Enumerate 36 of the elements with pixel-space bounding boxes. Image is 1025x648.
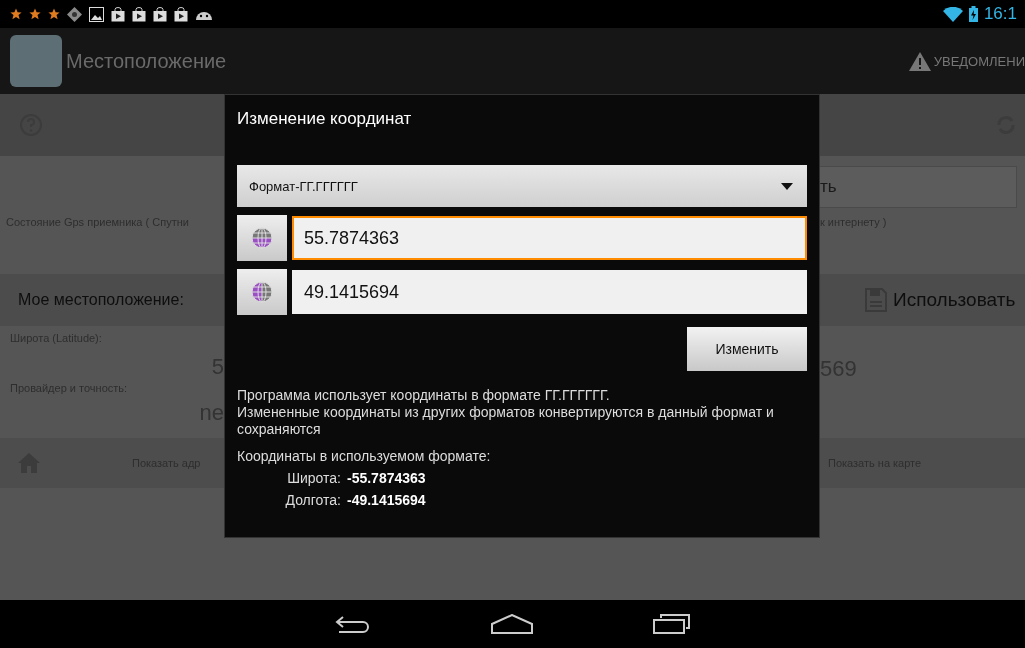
back-icon[interactable] <box>334 614 371 634</box>
apply-button[interactable]: Изменить <box>687 327 807 371</box>
result-label: Широта: <box>286 470 341 486</box>
result-value: -55.7874363 <box>347 470 426 486</box>
play-bag-icon <box>153 6 167 22</box>
coordinate-input[interactable]: 55.7874363 <box>292 216 807 260</box>
dialog-title: Изменение координат <box>237 108 413 130</box>
result-value: -49.1415694 <box>347 492 426 508</box>
globe-icon <box>250 226 274 250</box>
warning-icon <box>908 51 931 71</box>
globe-icon <box>250 280 274 304</box>
globe-button[interactable] <box>237 269 287 315</box>
caret-icon <box>781 182 793 190</box>
image-icon <box>89 6 104 22</box>
section-title: Мое местоположение: <box>17 291 185 309</box>
format-dropdown[interactable]: Формат-ГГ.ГГГГГГ <box>237 165 807 207</box>
coordinate-input[interactable]: 49.1415694 <box>292 270 807 314</box>
recent-apps-icon[interactable] <box>652 613 691 635</box>
status-time: 16:1 <box>983 4 1017 24</box>
battery-icon <box>968 6 978 22</box>
play-bag-icon <box>174 6 188 22</box>
star-icon <box>10 8 22 20</box>
notice-label[interactable]: УВЕДОМЛЕНИ <box>933 53 1025 69</box>
wifi-icon <box>942 6 963 22</box>
result-label: Долгота: <box>284 492 341 508</box>
globe-button[interactable] <box>237 215 287 261</box>
star-icon <box>29 8 41 20</box>
format-label: Координаты в используемом формате: <box>237 448 492 464</box>
star-icon <box>48 8 60 20</box>
app-logo <box>10 35 62 87</box>
play-bag-icon <box>111 6 125 22</box>
app-title: Местоположение <box>66 49 227 73</box>
wide-button[interactable]: ть <box>820 166 1017 208</box>
play-bag-icon <box>132 6 146 22</box>
description-text: Программа использует координаты в формате ГГ.ГГГГГГ. Измененные координаты из других форматов конвертируются в данный формат и сохраняются <box>237 387 775 438</box>
home-icon[interactable] <box>490 614 533 634</box>
